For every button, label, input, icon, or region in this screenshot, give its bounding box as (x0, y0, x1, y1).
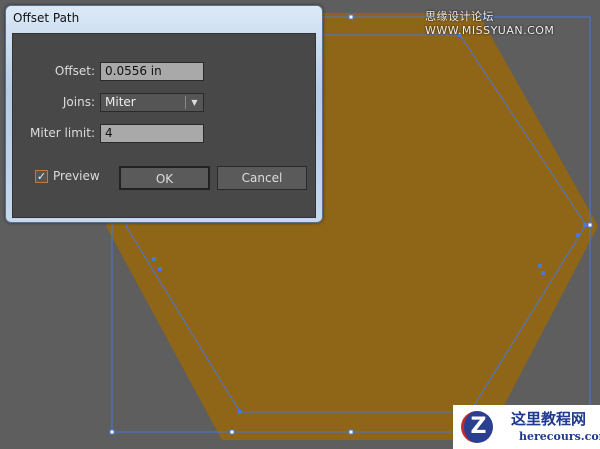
site-logo: Z 这里教程网 herecours.com (453, 405, 600, 449)
dialog-body: Offset: 0.0556 in Joins: Miter ▼ Miter l… (12, 33, 316, 218)
watermark-text: 思缘设计论坛 WWW.MISSYUAN.COM (425, 10, 555, 37)
preview-checkbox[interactable]: ✓ (35, 170, 48, 183)
joins-label: Joins: (62, 95, 95, 109)
miter-limit-label: Miter limit: (30, 126, 95, 140)
logo-en-text: herecours.com (519, 430, 600, 443)
checkmark-icon: ✓ (36, 170, 47, 183)
preview-label[interactable]: Preview (53, 169, 100, 183)
dialog-title: Offset Path (13, 11, 80, 25)
z-logo-icon: Z (461, 411, 493, 443)
offset-path-dialog: Offset Path Offset: 0.0556 in Joins: Mit… (5, 5, 323, 223)
offset-input[interactable]: 0.0556 in (100, 62, 204, 81)
joins-select[interactable]: Miter ▼ (100, 93, 204, 112)
miter-limit-input[interactable]: 4 (100, 124, 204, 143)
joins-value: Miter (105, 95, 136, 109)
cancel-button[interactable]: Cancel (217, 166, 307, 190)
ok-button[interactable]: OK (119, 166, 210, 190)
offset-label: Offset: (54, 64, 95, 78)
chevron-down-icon[interactable]: ▼ (185, 96, 203, 109)
logo-cn-text: 这里教程网 (511, 410, 587, 428)
